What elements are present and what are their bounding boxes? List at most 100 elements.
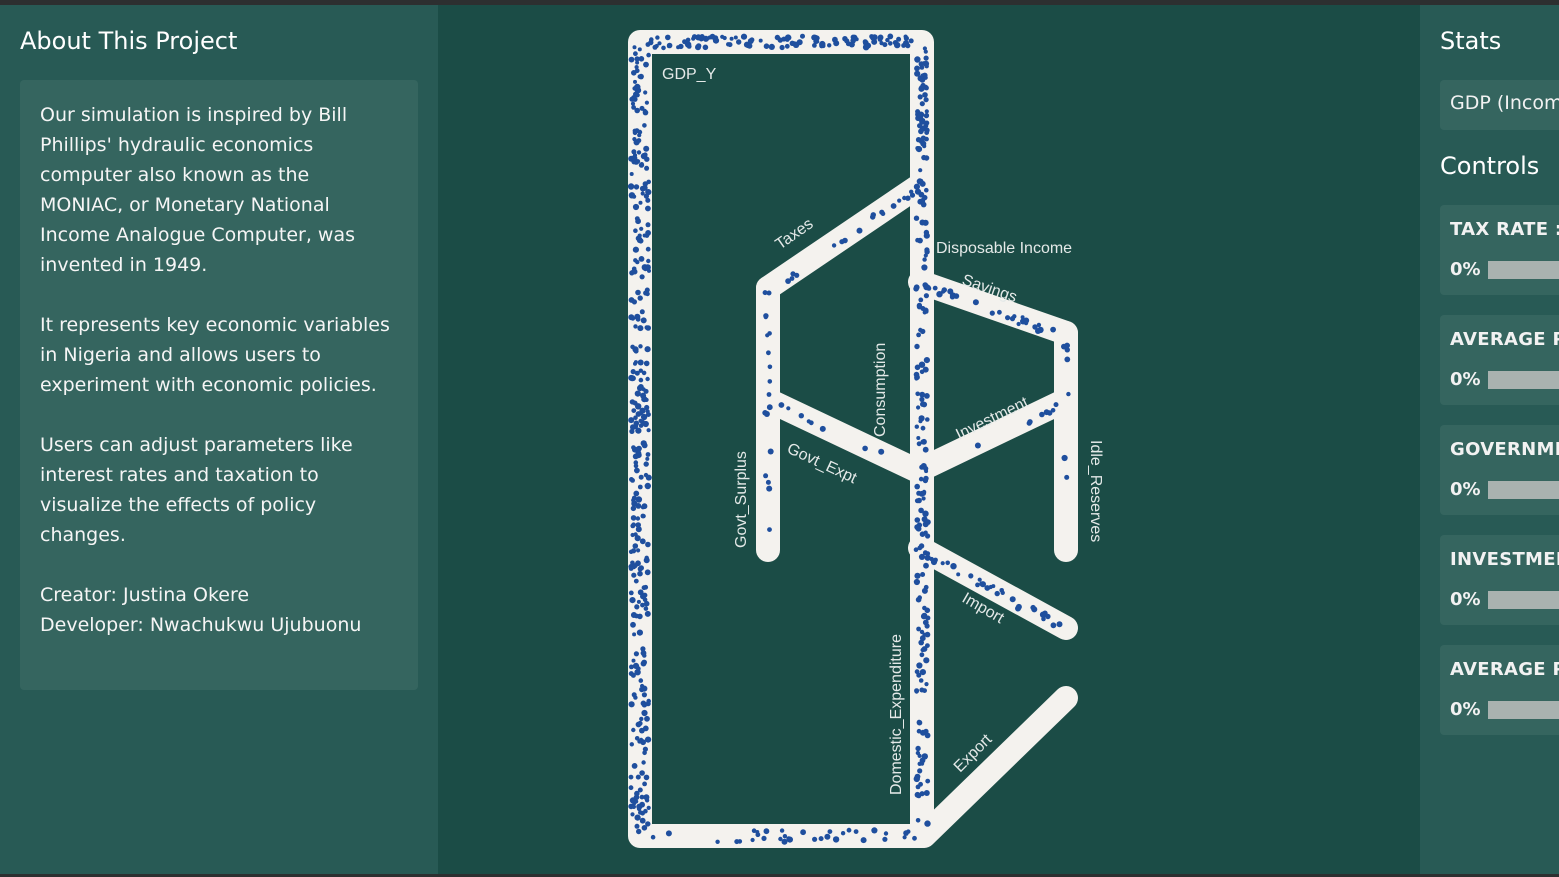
flow-particle: [636, 150, 642, 155]
flow-particle: [643, 360, 650, 367]
flow-particle: [818, 836, 824, 842]
flow-particle: [766, 485, 773, 492]
flow-particle: [798, 413, 804, 419]
flow-particle: [923, 466, 929, 472]
flow-particle: [640, 191, 645, 196]
flow-particle: [883, 831, 889, 836]
control-label: INVESTMENT: [1450, 549, 1559, 570]
flow-particle: [916, 332, 921, 338]
flow-particle: [914, 572, 921, 579]
about-paragraph: Our simulation is inspired by Bill Phill…: [40, 104, 355, 276]
flow-particle: [695, 34, 702, 41]
govt-expenditure-slider[interactable]: [1488, 481, 1559, 499]
flow-particle: [918, 419, 923, 424]
flow-particle: [842, 36, 848, 42]
flow-particle: [636, 806, 642, 812]
flow-particle: [631, 522, 636, 527]
flow-particle: [1036, 322, 1042, 328]
flow-particle: [1056, 621, 1063, 628]
flow-particle: [920, 135, 927, 142]
flow-particle: [903, 830, 909, 836]
flow-particle: [751, 828, 757, 833]
flow-particle: [628, 314, 635, 321]
export-pipe: [912, 686, 1078, 848]
label-disposable-income: Disposable Income: [936, 240, 1072, 257]
flow-particle: [633, 532, 638, 537]
flow-particle: [974, 442, 981, 449]
flow-particle: [765, 333, 770, 338]
flow-particle: [903, 35, 910, 42]
flow-particle: [922, 92, 928, 98]
flow-particle: [629, 597, 636, 604]
flow-particle: [924, 109, 929, 114]
investment-slider[interactable]: [1488, 591, 1559, 609]
flow-particle: [921, 587, 928, 594]
flow-particle: [917, 237, 923, 244]
propensity-import-slider[interactable]: [1488, 701, 1559, 719]
flow-particle: [914, 483, 920, 490]
flow-particle: [915, 784, 921, 790]
flow-particle: [916, 662, 923, 669]
flow-particle: [774, 34, 781, 41]
flow-particle: [643, 61, 649, 68]
propensity-save-slider[interactable]: [1488, 371, 1559, 389]
flow-particle: [633, 651, 640, 657]
control-govt-expenditure: GOVERNMENT EXPENDITURE 0%: [1440, 425, 1559, 515]
flow-particle: [666, 42, 673, 49]
flow-particle: [923, 232, 930, 239]
flow-particle: [643, 606, 649, 611]
moniac-diagram: GDP_Y Taxes Disposable Income Savings Co…: [627, 30, 1104, 848]
flow-particle: [979, 581, 987, 588]
flow-particle: [650, 834, 656, 840]
flow-particle: [922, 619, 929, 626]
control-label: AVERAGE PROPENSITY TO IMPORT: [1450, 659, 1559, 680]
flow-particle: [631, 572, 637, 578]
flow-particle: [914, 517, 921, 523]
flow-particle: [914, 56, 921, 63]
flow-particle: [633, 460, 639, 465]
tax-rate-slider[interactable]: [1488, 261, 1559, 279]
flow-particle: [975, 582, 980, 588]
flow-particle: [733, 35, 738, 40]
flow-particle: [870, 35, 876, 41]
flow-particle: [794, 272, 800, 278]
flow-particle: [832, 36, 838, 43]
flow-particle: [638, 344, 643, 349]
flow-particle: [972, 299, 979, 306]
flow-particle: [767, 527, 772, 532]
flow-particle: [766, 404, 773, 411]
flow-particle: [1061, 454, 1068, 462]
flow-particle: [628, 56, 635, 63]
flow-particle: [639, 817, 646, 824]
flow-particle: [853, 829, 859, 834]
flow-particle: [819, 40, 826, 48]
flow-particle: [918, 639, 924, 646]
flow-particle: [632, 130, 638, 136]
flow-particle: [720, 34, 725, 39]
flow-particle: [630, 812, 635, 817]
flow-particle: [1064, 474, 1070, 480]
control-value: 0%: [1450, 259, 1481, 280]
flow-particle: [922, 605, 927, 611]
about-panel: About This Project Our simulation is ins…: [0, 5, 438, 874]
flow-particle: [945, 560, 950, 566]
flow-particle: [922, 446, 929, 453]
flow-particle: [630, 101, 636, 106]
flow-particle: [642, 597, 648, 603]
flow-particle: [1005, 315, 1011, 321]
flow-particle: [635, 403, 642, 410]
flow-particle: [923, 790, 930, 796]
flow-particle: [913, 286, 919, 292]
flow-particle: [766, 392, 772, 397]
flow-particle: [812, 43, 817, 48]
label-idle-reserves: Idle_Reserves: [1087, 440, 1104, 542]
flow-particle: [638, 256, 645, 262]
flow-particle: [913, 215, 920, 221]
flow-particle: [644, 346, 651, 353]
flow-particle: [915, 146, 920, 151]
flow-particle: [749, 37, 755, 43]
flow-particle: [1050, 622, 1057, 629]
flow-particle: [637, 484, 643, 490]
flow-particle: [633, 490, 640, 497]
flow-particle: [921, 264, 928, 271]
